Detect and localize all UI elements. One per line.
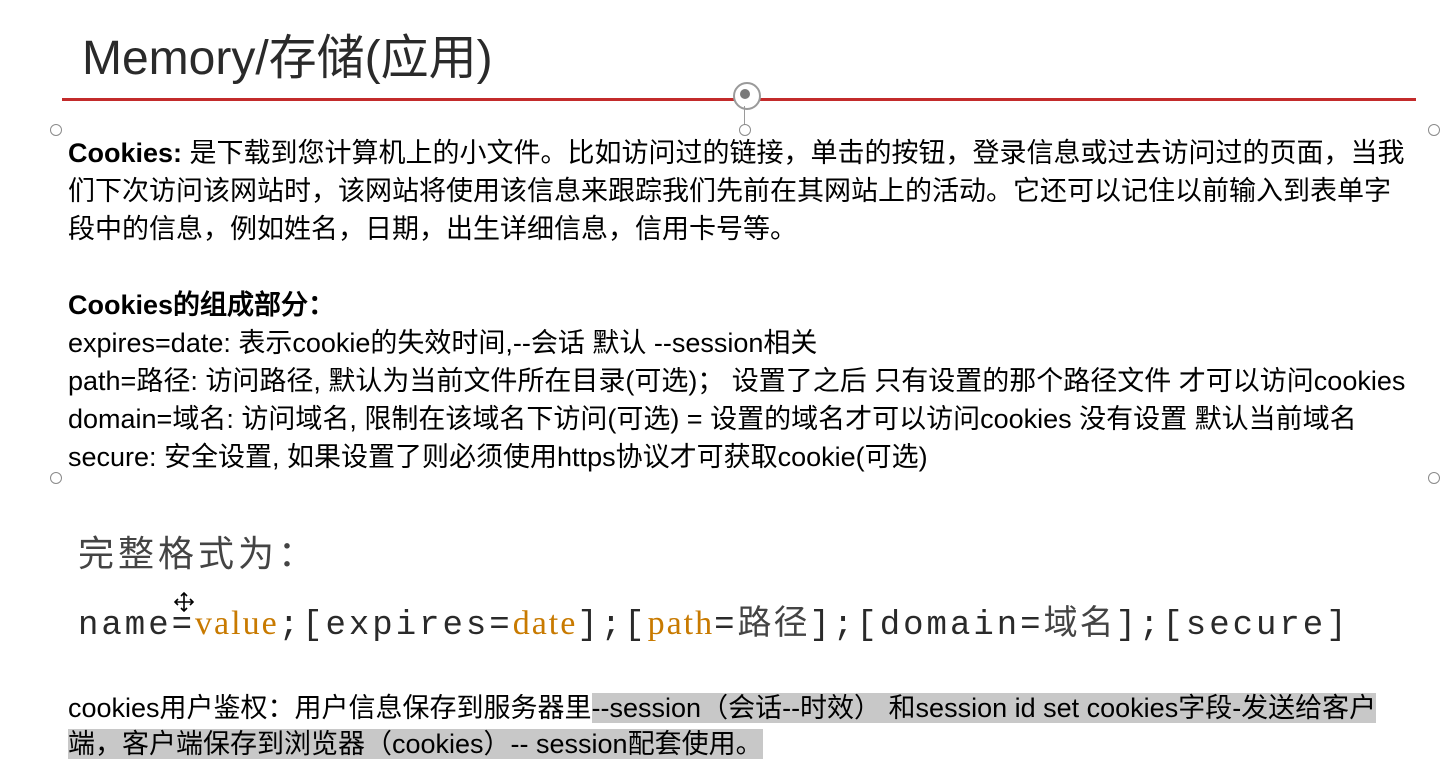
resize-handle-ml[interactable]	[50, 472, 62, 484]
line-path: path=路径: 访问路径, 默认为当前文件所在目录(可选)； 设置了之后 只有…	[68, 362, 1409, 400]
resize-handle-tl[interactable]	[50, 124, 62, 136]
bottom-lead: cookies用户鉴权：用户信息保存到服务器里	[68, 693, 592, 723]
rotate-handle-dot-icon	[740, 89, 750, 99]
bottom-paragraph: cookies用户鉴权：用户信息保存到服务器里--session（会话--时效）…	[68, 690, 1413, 762]
rotate-handle-stem	[744, 106, 745, 126]
line-secure: secure: 安全设置, 如果设置了则必须使用https协议才可获取cooki…	[68, 438, 1409, 476]
fmt-kw-path: path	[648, 605, 715, 642]
fmt-p5: ];[domain=	[810, 607, 1044, 645]
cookies-heading: Cookies:	[68, 138, 182, 168]
line-expires: expires=date: 表示cookie的失效时间,--会话 默认 --se…	[68, 324, 1409, 362]
fmt-p1: name=	[78, 607, 195, 645]
resize-handle-tr[interactable]	[1428, 124, 1440, 136]
page-title: Memory/存储(应用)	[82, 18, 493, 88]
fmt-p2: ;[expires=	[279, 607, 513, 645]
line-domain: domain=域名: 访问域名, 限制在该域名下访问(可选) = 设置的域名才可…	[68, 400, 1409, 438]
format-box: 完整格式为： name=value;[expires=date];[path=路…	[78, 525, 1401, 645]
fmt-p4: =	[714, 607, 737, 645]
cookies-paragraph: Cookies: 是下载到您计算机上的小文件。比如访问过的链接，单击的按钮，登录…	[68, 134, 1409, 248]
spacer	[68, 248, 1409, 286]
fmt-zh-path: 路径	[738, 605, 810, 642]
fmt-p6: ];[secure]	[1116, 607, 1350, 645]
fmt-kw-value: value	[195, 605, 279, 642]
components-heading: Cookies的组成部分：	[68, 286, 1409, 324]
fmt-zh-domain: 域名	[1044, 605, 1116, 642]
main-textbox[interactable]: Cookies: 是下载到您计算机上的小文件。比如访问过的链接，单击的按钮，登录…	[68, 134, 1409, 476]
fmt-p3: ];[	[577, 607, 647, 645]
cookies-description: 是下载到您计算机上的小文件。比如访问过的链接，单击的按钮，登录信息或过去访问过的…	[68, 138, 1405, 244]
resize-handle-mr[interactable]	[1428, 472, 1440, 484]
slide: Memory/存储(应用) Cookies: 是下载到您计算机上的小文件。比如访…	[0, 0, 1441, 764]
fmt-kw-date: date	[513, 605, 578, 642]
format-title: 完整格式为：	[78, 525, 1401, 577]
format-line: name=value;[expires=date];[path=路径];[dom…	[78, 595, 1401, 645]
